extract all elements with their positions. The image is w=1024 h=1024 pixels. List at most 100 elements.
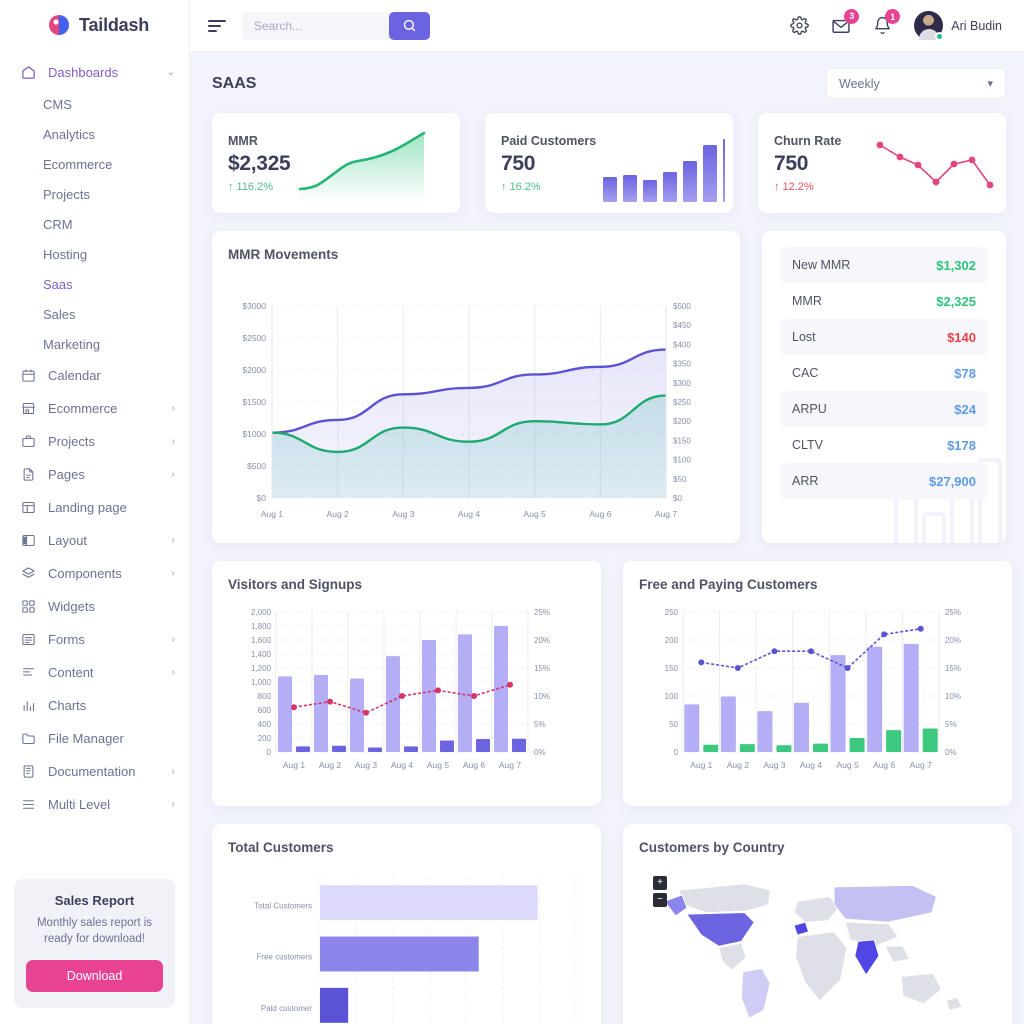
- sidebar-item-forms[interactable]: Forms ›: [0, 623, 189, 656]
- sidebar-item-dashboards[interactable]: Dashboards ⌄: [0, 56, 189, 89]
- sidebar-item-layout[interactable]: Layout ›: [0, 524, 189, 557]
- mail-icon[interactable]: 3: [831, 8, 860, 36]
- sidebar-item-ecommerce[interactable]: Ecommerce ›: [0, 392, 189, 425]
- sidebar-subitem-projects[interactable]: Projects: [0, 179, 189, 209]
- sparkline-churn-rate: [838, 127, 998, 205]
- promo-title: Sales Report: [54, 892, 135, 908]
- main-area: 3 1 Ari Budin SAAS Weekly ▾: [190, 0, 1024, 1024]
- notifications-bell-icon[interactable]: 1: [873, 9, 901, 35]
- sidebar-subitem-crm[interactable]: CRM: [0, 209, 189, 239]
- svg-text:Aug 6: Aug 6: [463, 760, 485, 770]
- period-select[interactable]: Weekly ▾: [826, 68, 1006, 99]
- world-map[interactable]: [639, 863, 994, 1023]
- sidebar-nav: Dashboards ⌄ CMS Analytics Ecommerce Projec…: [0, 50, 189, 871]
- sidebar-item-documentation[interactable]: Documentation ›: [0, 755, 189, 788]
- svg-text:1,800: 1,800: [251, 622, 272, 631]
- visitors-signups-panel: Visitors and Signups 0 200 400 600 800 1,000 1…: [212, 561, 601, 806]
- svg-text:Aug 1: Aug 1: [261, 509, 283, 519]
- sidebar-item-label: Ecommerce: [48, 401, 118, 416]
- svg-text:Aug 2: Aug 2: [319, 760, 341, 770]
- sidebar-item-projects[interactable]: Projects ›: [0, 425, 189, 458]
- svg-text:2,000: 2,000: [251, 608, 272, 617]
- map-zoom-out-button[interactable]: −: [653, 893, 667, 907]
- menu-toggle-icon[interactable]: [208, 19, 228, 32]
- brand[interactable]: Taildash: [0, 0, 189, 50]
- align-left-icon: [20, 664, 37, 681]
- svg-text:$1500: $1500: [242, 397, 266, 407]
- svg-text:$350: $350: [673, 360, 691, 369]
- sidebar-item-multi-level[interactable]: Multi Level ›: [0, 788, 189, 821]
- svg-text:250: 250: [665, 608, 679, 617]
- promo-text: Monthly sales report is ready for downlo…: [36, 916, 153, 946]
- svg-text:Aug 7: Aug 7: [655, 509, 677, 519]
- bottom-charts-row: Total Customers Total Customers Free cust…: [212, 824, 1012, 1024]
- sidebar-item-file-manager[interactable]: File Manager: [0, 722, 189, 755]
- svg-text:0%: 0%: [534, 748, 546, 757]
- sidebar-item-calendar[interactable]: Calendar: [0, 359, 189, 392]
- svg-text:Aug 4: Aug 4: [458, 509, 480, 519]
- map-zoom-in-button[interactable]: +: [653, 876, 667, 890]
- layout-top-icon: [20, 499, 37, 516]
- sidebar-item-components[interactable]: Components ›: [0, 557, 189, 590]
- stat-card-mmr[interactable]: MMR $2,325 ↑ 116.2%: [212, 113, 460, 213]
- mmr-stat-value: $140: [947, 329, 976, 345]
- sidebar-item-label: File Manager: [48, 731, 124, 746]
- download-button[interactable]: Download: [26, 960, 163, 992]
- svg-text:Aug 1: Aug 1: [690, 760, 712, 770]
- sidebar-subitem-saas[interactable]: Saas: [0, 269, 189, 299]
- sidebar-item-widgets[interactable]: Widgets: [0, 590, 189, 623]
- sidebar-item-charts[interactable]: Charts: [0, 689, 189, 722]
- sidebar-subitem-label: Ecommerce: [43, 156, 113, 172]
- sidebar-subitem-marketing[interactable]: Marketing: [0, 329, 189, 359]
- svg-text:1,200: 1,200: [251, 664, 272, 673]
- stat-label: MMR: [228, 133, 258, 148]
- arrow-up-icon: ↑: [774, 180, 780, 193]
- svg-text:Free customers: Free customers: [256, 953, 312, 962]
- svg-text:$150: $150: [673, 436, 691, 445]
- sidebar-item-label: Projects: [48, 434, 95, 449]
- sidebar-item-label: Landing page: [48, 500, 127, 515]
- sidebar-subitem-hosting[interactable]: Hosting: [0, 239, 189, 269]
- svg-text:Aug 2: Aug 2: [327, 509, 349, 519]
- svg-text:200: 200: [258, 734, 272, 743]
- sidebar-subitem-label: Hosting: [43, 246, 88, 262]
- chevron-right-icon: ›: [171, 469, 175, 480]
- sidebar-item-content[interactable]: Content ›: [0, 656, 189, 689]
- svg-text:400: 400: [258, 720, 272, 729]
- chevron-right-icon: ›: [171, 667, 175, 678]
- chevron-right-icon: ›: [171, 766, 175, 777]
- sidebar-item-landing-page[interactable]: Landing page: [0, 491, 189, 524]
- sidebar-item-pages[interactable]: Pages ›: [0, 458, 189, 491]
- stat-delta: ↑ 16.2%: [501, 181, 596, 193]
- sidebar-subitem-ecommerce[interactable]: Ecommerce: [0, 149, 189, 179]
- svg-text:$300: $300: [673, 379, 691, 388]
- svg-text:Aug 6: Aug 6: [589, 509, 611, 519]
- home-icon: [20, 64, 37, 81]
- svg-text:$0: $0: [257, 493, 267, 503]
- sidebar-subitem-analytics[interactable]: Analytics: [0, 119, 189, 149]
- svg-text:25%: 25%: [945, 608, 961, 617]
- svg-text:1,600: 1,600: [251, 636, 272, 645]
- folder-icon: [20, 730, 37, 747]
- search-input[interactable]: [242, 11, 392, 40]
- stat-value: $2,325: [228, 151, 291, 175]
- svg-text:15%: 15%: [534, 664, 550, 673]
- sidebar-subitem-cms[interactable]: CMS: [0, 89, 189, 119]
- stat-delta-value: 16.2%: [509, 180, 541, 193]
- sidebar-subitem-sales[interactable]: Sales: [0, 299, 189, 329]
- user-menu[interactable]: Ari Budin: [914, 11, 1002, 41]
- svg-text:Aug 4: Aug 4: [391, 760, 413, 770]
- svg-text:20%: 20%: [534, 636, 550, 645]
- app-root: Taildash Dashboards ⌄ CMS Analytics Ecomme…: [0, 0, 1024, 1024]
- stat-card-paid-customers[interactable]: Paid Customers 750 ↑ 16.2%: [485, 113, 733, 213]
- stat-card-churn-rate[interactable]: Churn Rate 750 ↑ 12.2%: [758, 113, 1006, 213]
- svg-text:$450: $450: [673, 321, 691, 330]
- svg-text:100: 100: [665, 692, 679, 701]
- search-button[interactable]: [389, 11, 430, 40]
- sidebar-subitem-label: CRM: [43, 216, 73, 232]
- svg-text:$2000: $2000: [242, 365, 266, 375]
- settings-gear-icon[interactable]: [790, 16, 810, 35]
- svg-text:Aug 5: Aug 5: [836, 760, 858, 770]
- map-zoom-controls: + −: [653, 876, 667, 907]
- mmr-stat-row: New MMR $1,302: [780, 247, 988, 283]
